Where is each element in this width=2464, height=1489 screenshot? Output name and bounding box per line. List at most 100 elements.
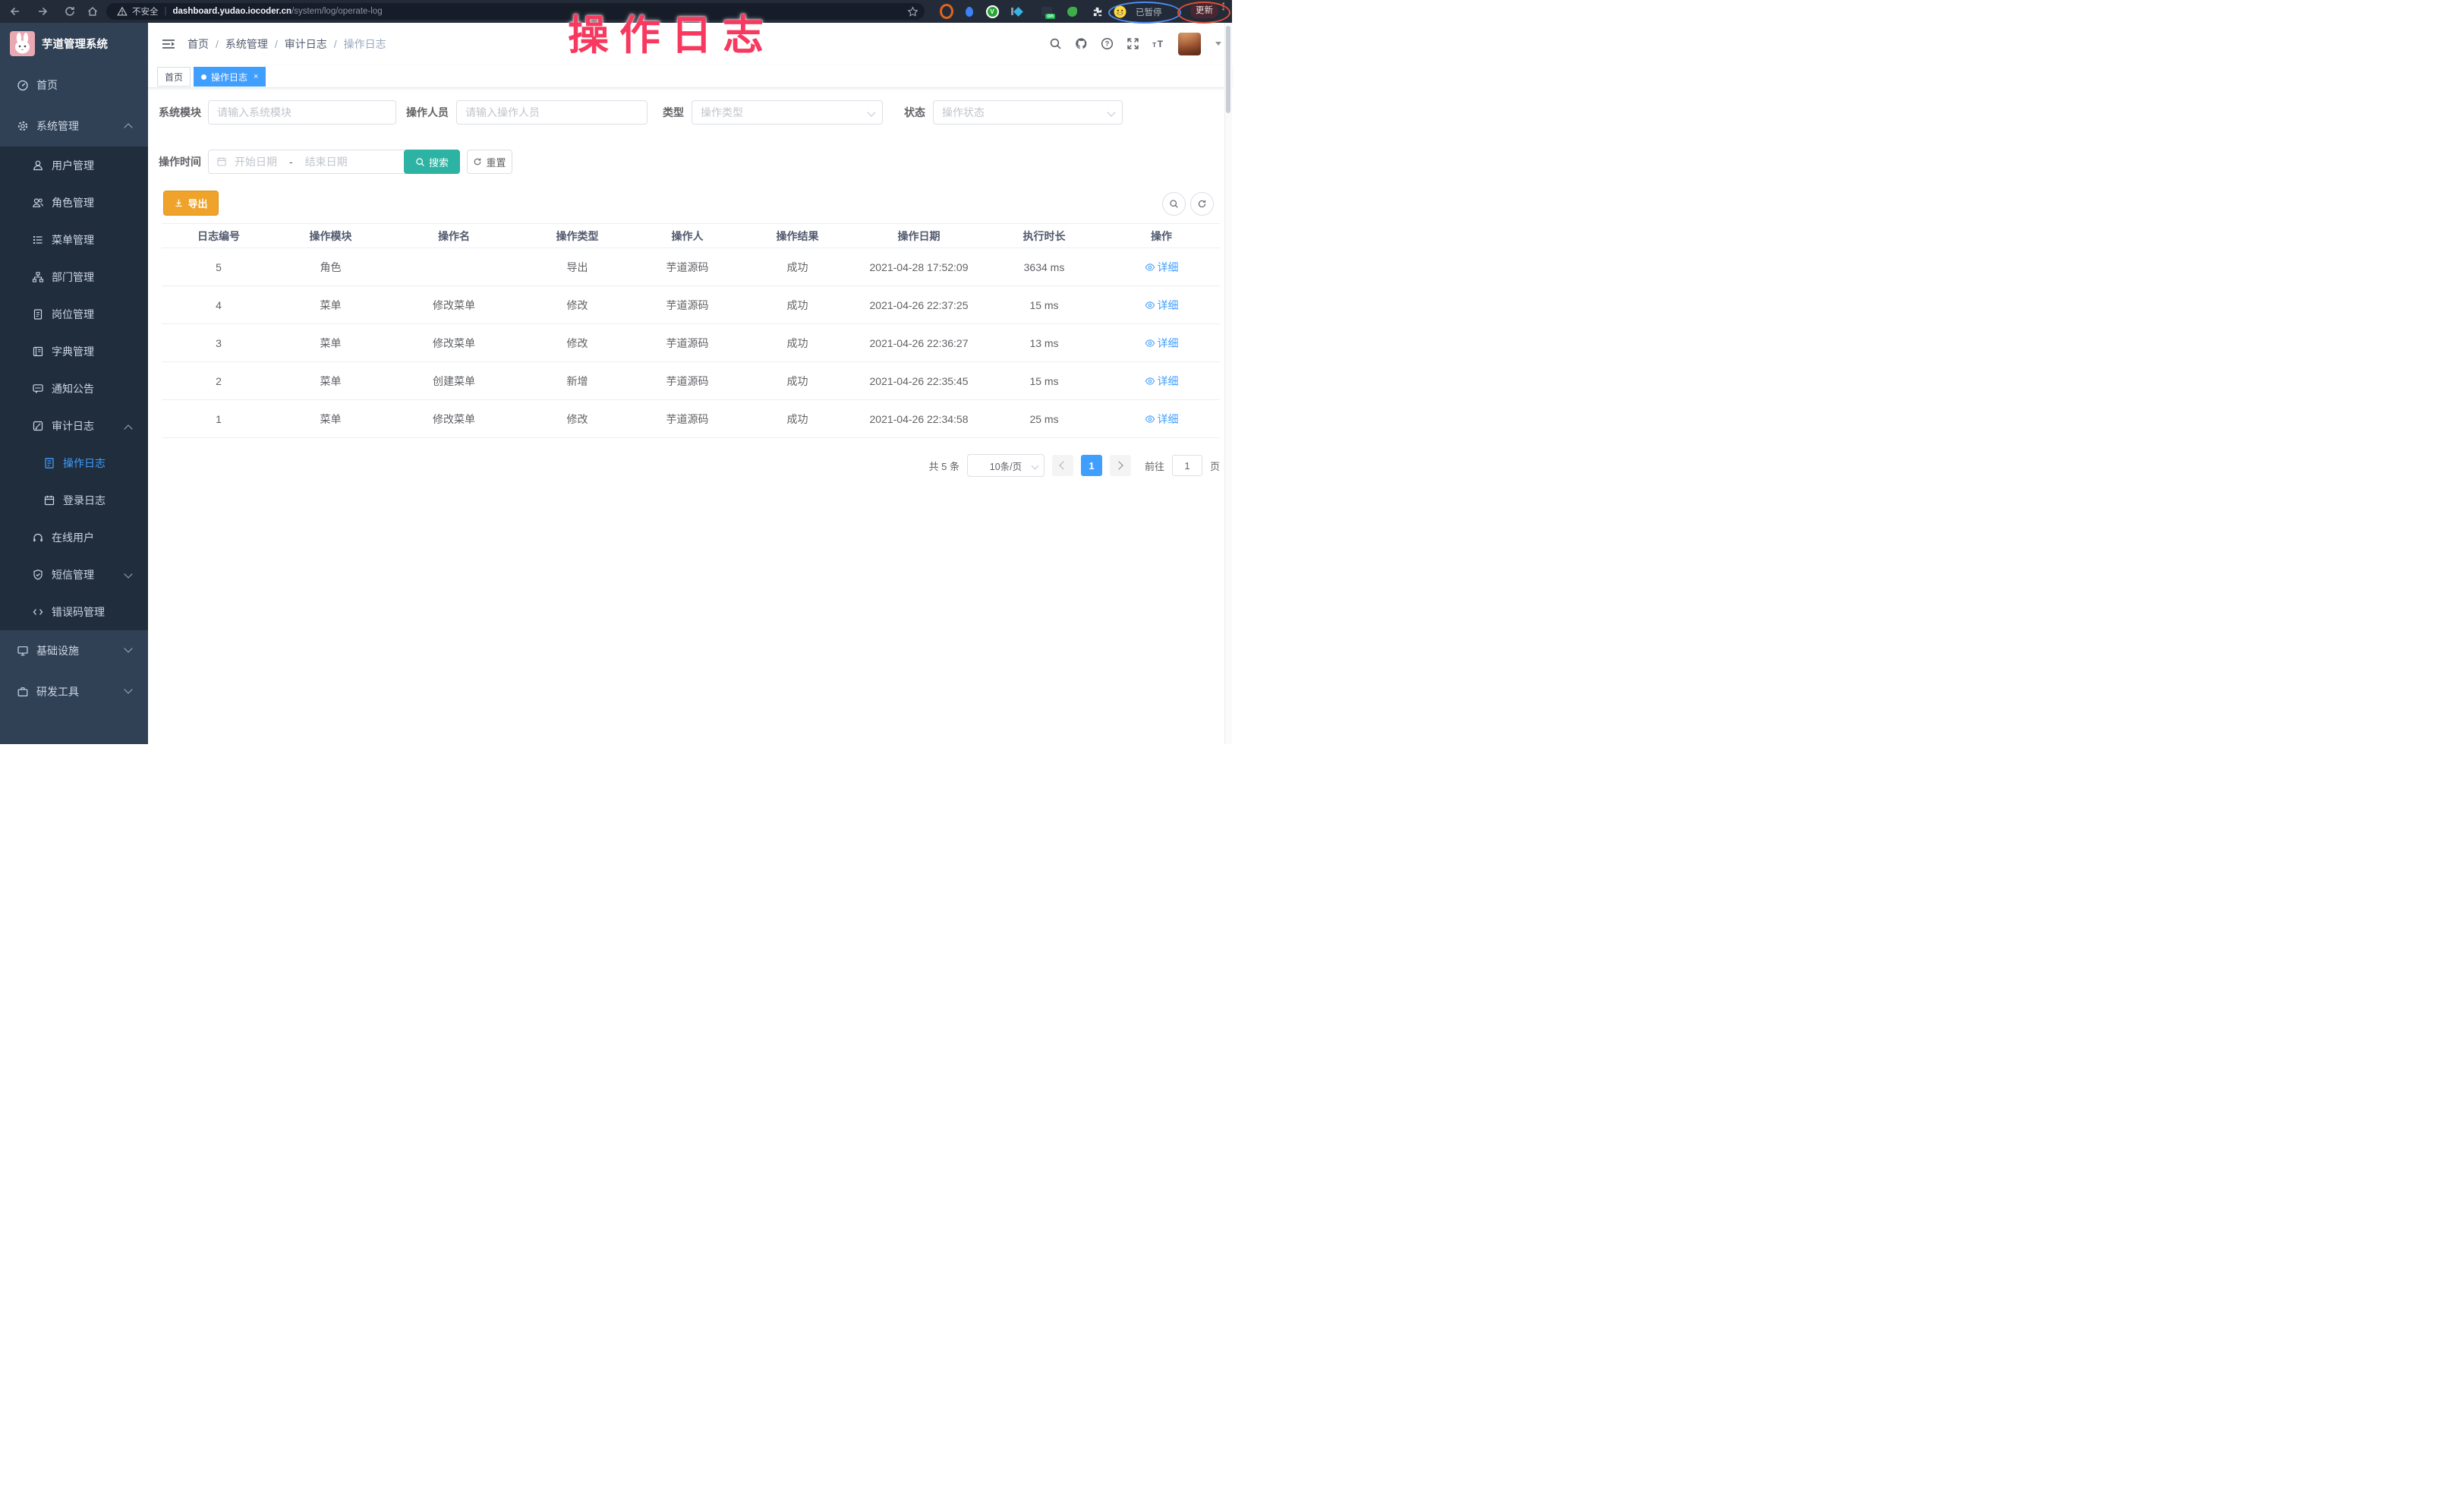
browser-menu-icon[interactable]: ⋮	[1218, 5, 1221, 18]
breadcrumb-system[interactable]: 系统管理	[225, 36, 268, 52]
pagination-total: 共 5 条	[929, 459, 959, 473]
svg-text:?: ?	[1105, 40, 1110, 48]
export-button-label: 导出	[187, 196, 207, 210]
extension-gem-icon[interactable]	[1010, 5, 1023, 18]
github-icon[interactable]	[1075, 37, 1088, 50]
extension-leaf-icon[interactable]	[1065, 5, 1079, 18]
sidebar-item-posts[interactable]: 岗位管理	[0, 295, 148, 333]
url-path: /system/log/operate-log	[291, 7, 383, 16]
bookmark-star-icon[interactable]	[907, 6, 918, 17]
system-submenu: 用户管理 角色管理 菜单管理 部门管理 岗位管理 字典管理 通知公告 审计日志	[0, 147, 148, 630]
status-placeholder: 操作状态	[942, 105, 985, 120]
current-page[interactable]: 1	[1081, 455, 1102, 476]
tag-label: 首页	[165, 71, 183, 84]
browser-update-button[interactable]: 更新	[1190, 4, 1218, 18]
address-bar[interactable]: 不安全 | dashboard.yudao.iocoder.cn/system/…	[106, 3, 925, 20]
toggle-search-button[interactable]	[1162, 192, 1186, 216]
detail-link[interactable]: 详细	[1145, 260, 1179, 275]
col-header-module: 操作模块	[276, 229, 386, 244]
extension-drop-icon[interactable]	[963, 5, 976, 18]
scrollbar-thumb[interactable]	[1226, 26, 1230, 113]
page-scrollbar[interactable]	[1224, 23, 1232, 744]
sidebar-item-roles[interactable]: 角色管理	[0, 184, 148, 221]
sidebar-item-system[interactable]: 系统管理	[0, 106, 148, 147]
user-avatar[interactable]	[1178, 33, 1201, 55]
browser-forward-icon[interactable]	[36, 5, 49, 17]
close-icon[interactable]: ×	[254, 72, 258, 81]
sidebar-item-login-log[interactable]: 登录日志	[0, 481, 148, 519]
browser-reload-icon[interactable]	[64, 5, 76, 17]
browser-back-icon[interactable]	[9, 5, 21, 17]
search-icon[interactable]	[1049, 37, 1062, 50]
app-title: 芋道管理系统	[42, 36, 108, 52]
sidebar-item-users[interactable]: 用户管理	[0, 147, 148, 184]
profile-emoji-avatar[interactable]	[1113, 5, 1126, 18]
breadcrumb-separator: /	[216, 38, 219, 50]
col-header-name: 操作名	[386, 229, 522, 244]
extensions-puzzle-icon[interactable]	[1090, 5, 1104, 18]
next-page-button[interactable]	[1110, 455, 1131, 476]
cell-name: 修改菜单	[386, 412, 522, 427]
sidebar-item-audit-log[interactable]: 审计日志	[0, 407, 148, 444]
sidebar-item-devtools[interactable]: 研发工具	[0, 671, 148, 712]
chevron-down-icon	[124, 644, 132, 652]
extension-adblock-icon[interactable]	[940, 5, 953, 18]
fullscreen-icon[interactable]	[1126, 37, 1139, 50]
not-secure-warning-icon	[117, 6, 128, 17]
breadcrumb-home[interactable]: 首页	[187, 36, 209, 52]
sidebar-item-sms[interactable]: 短信管理	[0, 556, 148, 593]
sidebar-item-menus[interactable]: 菜单管理	[0, 221, 148, 258]
date-range-input[interactable]: 开始日期 - 结束日期	[208, 150, 409, 174]
operator-input[interactable]: 请输入操作人员	[456, 100, 648, 125]
detail-link[interactable]: 详细	[1145, 336, 1179, 351]
refresh-table-button[interactable]	[1190, 192, 1214, 216]
type-select[interactable]: 操作类型	[692, 100, 883, 125]
goto-label: 前往	[1145, 459, 1164, 473]
page-size-select[interactable]: 10条/页	[967, 454, 1045, 477]
detail-link-label: 详细	[1158, 260, 1179, 275]
help-icon[interactable]: ?	[1101, 37, 1114, 50]
sidebar-item-infra[interactable]: 基础设施	[0, 630, 148, 671]
breadcrumb-audit-log[interactable]: 审计日志	[285, 36, 327, 52]
sidebar-item-error-code[interactable]: 错误码管理	[0, 593, 148, 630]
cell-name: 修改菜单	[386, 298, 522, 313]
extension-v-icon[interactable]: V	[985, 5, 999, 18]
code-icon	[32, 606, 44, 618]
module-input[interactable]: 请输入系统模块	[208, 100, 396, 125]
sidebar-toggle-icon[interactable]	[162, 38, 175, 50]
avatar-caret-down-icon[interactable]	[1215, 42, 1221, 46]
svg-text:T: T	[1158, 39, 1164, 49]
cell-log-id: 4	[162, 299, 276, 311]
cell-name: 修改菜单	[386, 336, 522, 351]
tag-operate-log[interactable]: 操作日志 ×	[194, 67, 266, 87]
sidebar-item-home[interactable]: 首页	[0, 65, 148, 106]
sidebar-item-departments[interactable]: 部门管理	[0, 258, 148, 295]
cell-type: 导出	[522, 260, 632, 275]
detail-link[interactable]: 详细	[1145, 298, 1179, 313]
goto-page-input[interactable]: 1	[1172, 455, 1202, 476]
font-size-icon[interactable]: TT	[1152, 37, 1165, 50]
module-placeholder: 请输入系统模块	[217, 105, 291, 120]
sidebar-item-label: 短信管理	[52, 567, 94, 582]
operate-log-icon	[43, 457, 55, 469]
detail-link[interactable]: 详细	[1145, 374, 1179, 389]
sidebar-item-dict[interactable]: 字典管理	[0, 333, 148, 370]
cell-duration: 13 ms	[985, 337, 1103, 349]
reset-button[interactable]: 重置	[467, 150, 512, 174]
cell-operator: 芋道源码	[632, 260, 742, 275]
breadcrumb-separator: /	[275, 38, 278, 50]
extension-on-badge-icon[interactable]: on	[1040, 5, 1054, 18]
prev-page-button[interactable]	[1052, 455, 1073, 476]
search-button[interactable]: 搜索	[404, 150, 460, 174]
sidebar-item-notice[interactable]: 通知公告	[0, 370, 148, 407]
eye-icon	[1145, 300, 1155, 311]
sidebar-item-operate-log[interactable]: 操作日志	[0, 444, 148, 481]
status-select[interactable]: 操作状态	[933, 100, 1123, 125]
export-button[interactable]: 导出	[163, 191, 219, 216]
tag-home[interactable]: 首页	[157, 67, 191, 87]
detail-link[interactable]: 详细	[1145, 412, 1179, 427]
breadcrumb-separator: /	[334, 38, 337, 50]
sidebar-item-online-users[interactable]: 在线用户	[0, 519, 148, 556]
browser-home-icon[interactable]	[87, 5, 99, 17]
app-logo[interactable]: 芋道管理系统	[0, 23, 148, 65]
